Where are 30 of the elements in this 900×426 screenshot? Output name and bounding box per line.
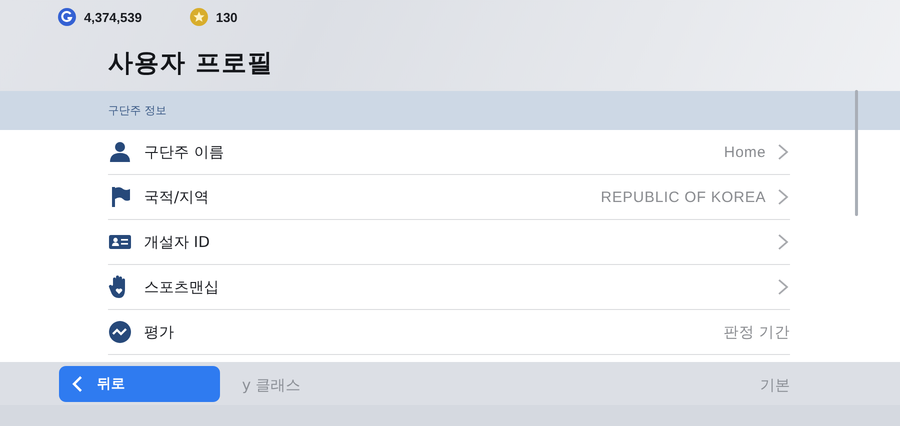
row-value: 기본 bbox=[760, 376, 790, 395]
row-label: 평가 bbox=[144, 322, 175, 342]
back-button[interactable]: 뒤로 bbox=[59, 366, 220, 402]
currency-amount: 130 bbox=[216, 10, 238, 24]
profile-row[interactable]: 구단주 이름 Home bbox=[108, 130, 790, 175]
g-coin-icon bbox=[58, 8, 76, 26]
profile-row[interactable]: 국적/지역 REPUBLIC OF KOREA bbox=[108, 175, 790, 220]
row-label: 구단주 이름 bbox=[144, 142, 225, 162]
chevron-right-icon bbox=[776, 278, 790, 296]
row-label: 개설자 ID bbox=[144, 232, 211, 252]
chevron-right-icon bbox=[776, 143, 790, 161]
profile-row[interactable]: 개설자 ID bbox=[108, 220, 790, 265]
row-value: Home bbox=[724, 144, 766, 160]
row-label: 스포츠맨십 bbox=[144, 278, 220, 296]
trend-icon bbox=[108, 320, 132, 344]
profile-row[interactable]: 스포츠맨십 bbox=[108, 265, 790, 310]
row-label: y 클래스 bbox=[242, 376, 302, 395]
currency-amount: 4,374,539 bbox=[84, 10, 142, 24]
section-header: 구단주 정보 bbox=[0, 90, 900, 130]
chevron-right-icon bbox=[776, 233, 790, 251]
chevron-left-icon bbox=[71, 375, 83, 393]
row-value: 판정 기간 bbox=[723, 322, 790, 342]
star-coin-icon bbox=[190, 8, 208, 26]
row-label: 국적/지역 bbox=[144, 188, 210, 206]
page-title: 사용자 프로필 bbox=[108, 47, 275, 79]
scrollbar[interactable] bbox=[855, 90, 858, 216]
row-value: REPUBLIC OF KOREA bbox=[600, 188, 766, 206]
profile-row[interactable]: 평가 판정 기간 bbox=[108, 310, 790, 355]
chevron-right-icon bbox=[776, 188, 790, 206]
person-icon bbox=[108, 140, 132, 164]
